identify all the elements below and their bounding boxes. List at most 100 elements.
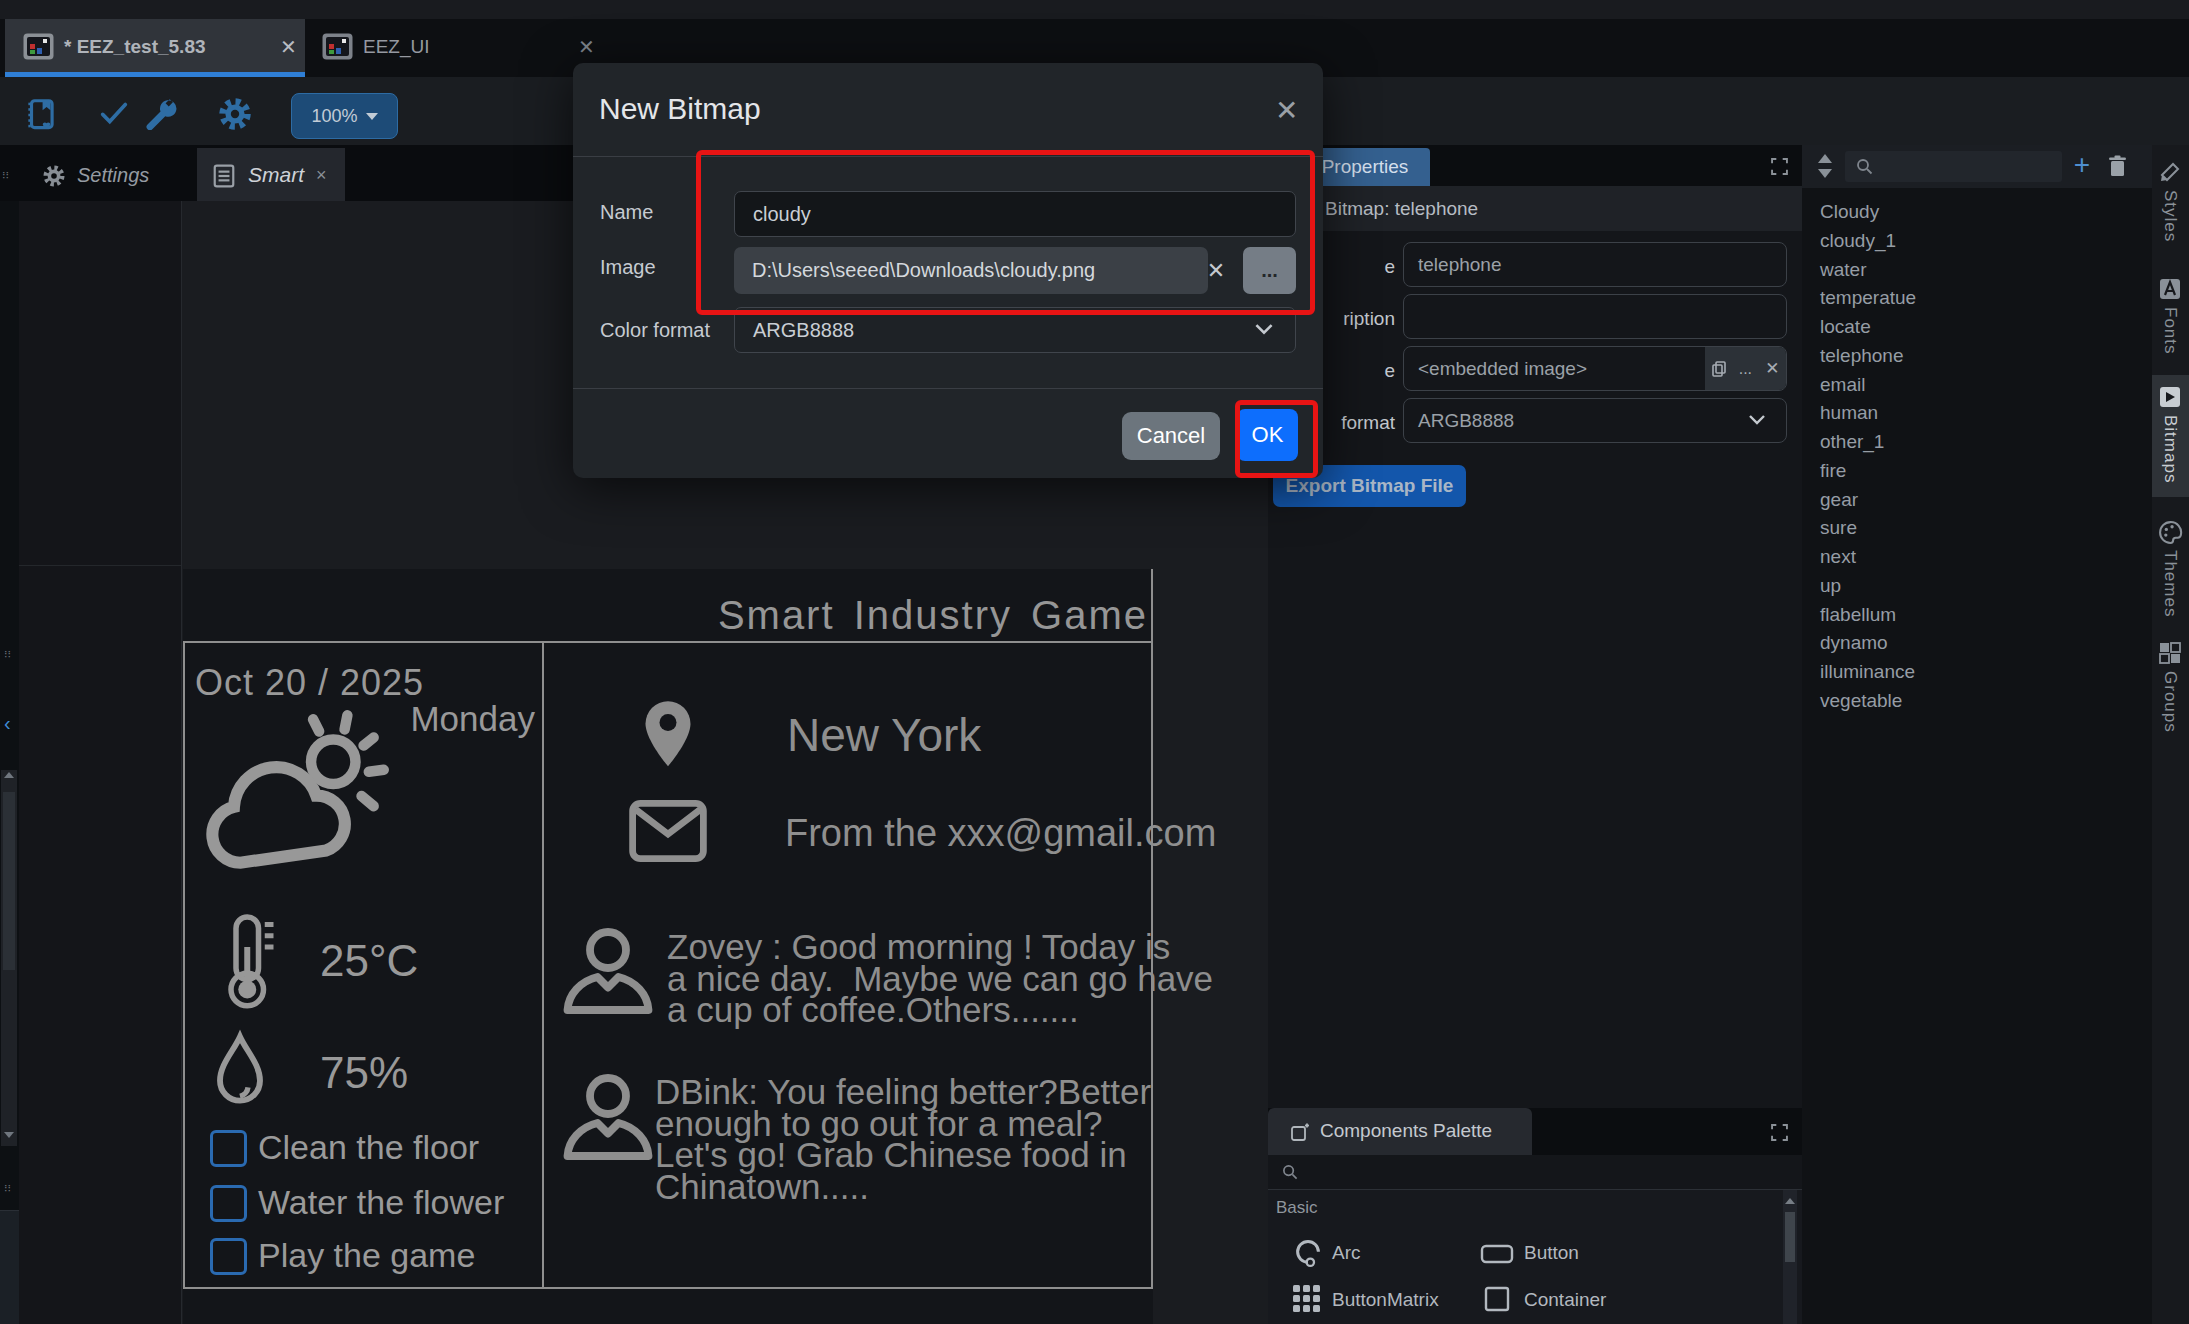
dialog-colorformat-label: Color format <box>600 319 710 342</box>
bitmap-item[interactable]: gear <box>1820 485 2120 514</box>
bitmap-item[interactable]: email <box>1820 370 2120 399</box>
palette-tab-icon <box>1290 1122 1310 1142</box>
palette-item-arc[interactable]: Arc <box>1332 1242 1361 1264</box>
dialog-close-icon[interactable]: ✕ <box>1275 94 1298 127</box>
chevron-down-icon <box>1748 414 1766 426</box>
design-column-divider <box>542 641 544 1289</box>
todo-checkbox-2[interactable] <box>210 1185 247 1222</box>
bitmap-item[interactable]: locate <box>1820 312 2120 341</box>
message-2: DBink: You feeling better?Betterenough t… <box>655 1076 1151 1202</box>
message-1: Zovey : Good morning ! Today isa nice da… <box>667 931 1213 1026</box>
annotation-rect-ok <box>1235 400 1318 478</box>
left-splitter2-icon[interactable]: ⁝⁝ <box>4 1182 14 1196</box>
side-tab-fonts[interactable]: Fonts <box>2160 307 2180 355</box>
caret-down-icon <box>366 113 378 120</box>
left-pane-divider[interactable] <box>19 565 181 566</box>
cancel-button[interactable]: Cancel <box>1122 412 1220 460</box>
bitmap-item[interactable]: fire <box>1820 456 2120 485</box>
person-icon-1 <box>560 925 656 1017</box>
left-dock-strip <box>0 201 19 1324</box>
bitmap-item[interactable]: temperatue <box>1820 283 2120 312</box>
bitmap-item[interactable]: next <box>1820 542 2120 571</box>
add-bitmap-icon[interactable]: + <box>2068 150 2096 180</box>
page-flow-icon[interactable] <box>22 96 60 134</box>
project-tab2-close-icon[interactable]: ✕ <box>578 35 595 59</box>
bitmap-item[interactable]: illuminance <box>1820 657 2120 686</box>
palette-item-button[interactable]: Button <box>1524 1242 1579 1264</box>
groups-icon[interactable] <box>2158 641 2182 665</box>
zoom-value: 100% <box>311 106 357 127</box>
project-tab-close-icon[interactable]: ✕ <box>280 35 297 59</box>
left-splitter-icon[interactable]: ⁝⁝ <box>4 648 14 662</box>
location-pin-icon <box>638 696 698 774</box>
clear-image-icon[interactable]: ✕ <box>1765 358 1779 379</box>
tab-smart-label: Smart <box>248 163 304 187</box>
location-value: New York <box>787 708 981 762</box>
collapse-chevron-icon[interactable]: ‹ <box>4 712 16 732</box>
side-tab-bitmaps[interactable]: Bitmaps <box>2160 415 2180 483</box>
design-left-border <box>183 641 185 1289</box>
styles-icon[interactable] <box>2158 160 2182 184</box>
scroll-down-icon[interactable] <box>4 1132 14 1138</box>
build-gear-icon[interactable] <box>217 96 253 132</box>
side-tab-styles[interactable]: Styles <box>2160 190 2180 242</box>
palette-search-input[interactable] <box>1268 1155 1802 1190</box>
dialog-footer-divider <box>573 388 1323 389</box>
bitmap-item[interactable]: sure <box>1820 513 2120 542</box>
left-bottom-panel <box>0 1210 19 1324</box>
titlebar-strip <box>0 0 2189 19</box>
settings-gear-icon <box>42 164 66 188</box>
bitmap-item[interactable]: Cloudy <box>1820 197 2120 226</box>
palette-item-container[interactable]: Container <box>1524 1289 1606 1311</box>
delete-bitmap-icon[interactable] <box>2108 155 2127 177</box>
expand-panel-icon[interactable] <box>1771 158 1788 175</box>
bitmap-item[interactable]: other_1 <box>1820 427 2120 456</box>
todo-checkbox-1[interactable] <box>210 1130 247 1167</box>
left-scrollbar-thumb[interactable] <box>3 792 15 970</box>
palette-search-icon <box>1282 1164 1298 1180</box>
bitmap-item[interactable]: water <box>1820 255 2120 284</box>
zoom-select[interactable]: 100% <box>291 93 398 139</box>
palette-tab[interactable]: Components Palette <box>1268 1108 1532 1155</box>
bitmap-item[interactable]: vegetable <box>1820 686 2120 715</box>
thermometer-icon <box>216 912 276 1012</box>
palette-expand-icon[interactable] <box>1771 1124 1788 1141</box>
arc-component-icon <box>1294 1238 1322 1268</box>
bitmap-item[interactable]: human <box>1820 398 2120 427</box>
prop-image-actions: ... ✕ <box>1705 347 1786 390</box>
buttonmatrix-component-icon <box>1292 1284 1322 1314</box>
prop-format-select[interactable]: ARGB8888 <box>1403 398 1787 443</box>
side-tab-themes[interactable]: Themes <box>2160 550 2180 617</box>
dialog-title: New Bitmap <box>599 92 761 126</box>
design-date: Oct 20 / 2025 <box>195 662 424 704</box>
side-tab-groups[interactable]: Groups <box>2160 671 2180 733</box>
bitmaps-search-input[interactable] <box>1845 151 2062 182</box>
bitmaps-icon[interactable] <box>2158 385 2182 409</box>
palette-scrollbar-thumb[interactable] <box>1785 1212 1795 1262</box>
palette-item-buttonmatrix[interactable]: ButtonMatrix <box>1332 1289 1439 1311</box>
palette-tab-label: Components Palette <box>1320 1120 1492 1142</box>
themes-icon[interactable] <box>2158 520 2183 545</box>
panel-splitter-icon[interactable]: ⁝⁝ <box>2 169 12 183</box>
prop-name-input[interactable]: telephone <box>1403 242 1787 287</box>
dialog-name-label: Name <box>600 201 653 224</box>
tab-settings[interactable]: Settings <box>77 164 149 187</box>
fonts-icon[interactable] <box>2158 277 2182 301</box>
wrench-icon[interactable] <box>142 92 180 130</box>
prop-description-input[interactable] <box>1403 294 1787 339</box>
bitmap-item[interactable]: cloudy_1 <box>1820 226 2120 255</box>
person-icon-2 <box>560 1071 656 1163</box>
bitmap-item[interactable]: flabellum <box>1820 600 2120 629</box>
scroll-up-icon[interactable] <box>4 772 14 778</box>
dialog-image-label: Image <box>600 256 656 279</box>
bitmap-item[interactable]: dynamo <box>1820 628 2120 657</box>
tab-smart-close-icon[interactable]: × <box>316 165 327 186</box>
bitmap-item[interactable]: telephone <box>1820 341 2120 370</box>
check-icon[interactable] <box>96 96 132 130</box>
copy-icon[interactable] <box>1712 361 1726 377</box>
more-icon[interactable]: ... <box>1739 360 1752 378</box>
sort-icon[interactable] <box>1816 153 1834 179</box>
bitmap-item[interactable]: up <box>1820 571 2120 600</box>
todo-checkbox-3[interactable] <box>210 1238 247 1275</box>
todo-label-1: Clean the floor <box>258 1128 479 1167</box>
